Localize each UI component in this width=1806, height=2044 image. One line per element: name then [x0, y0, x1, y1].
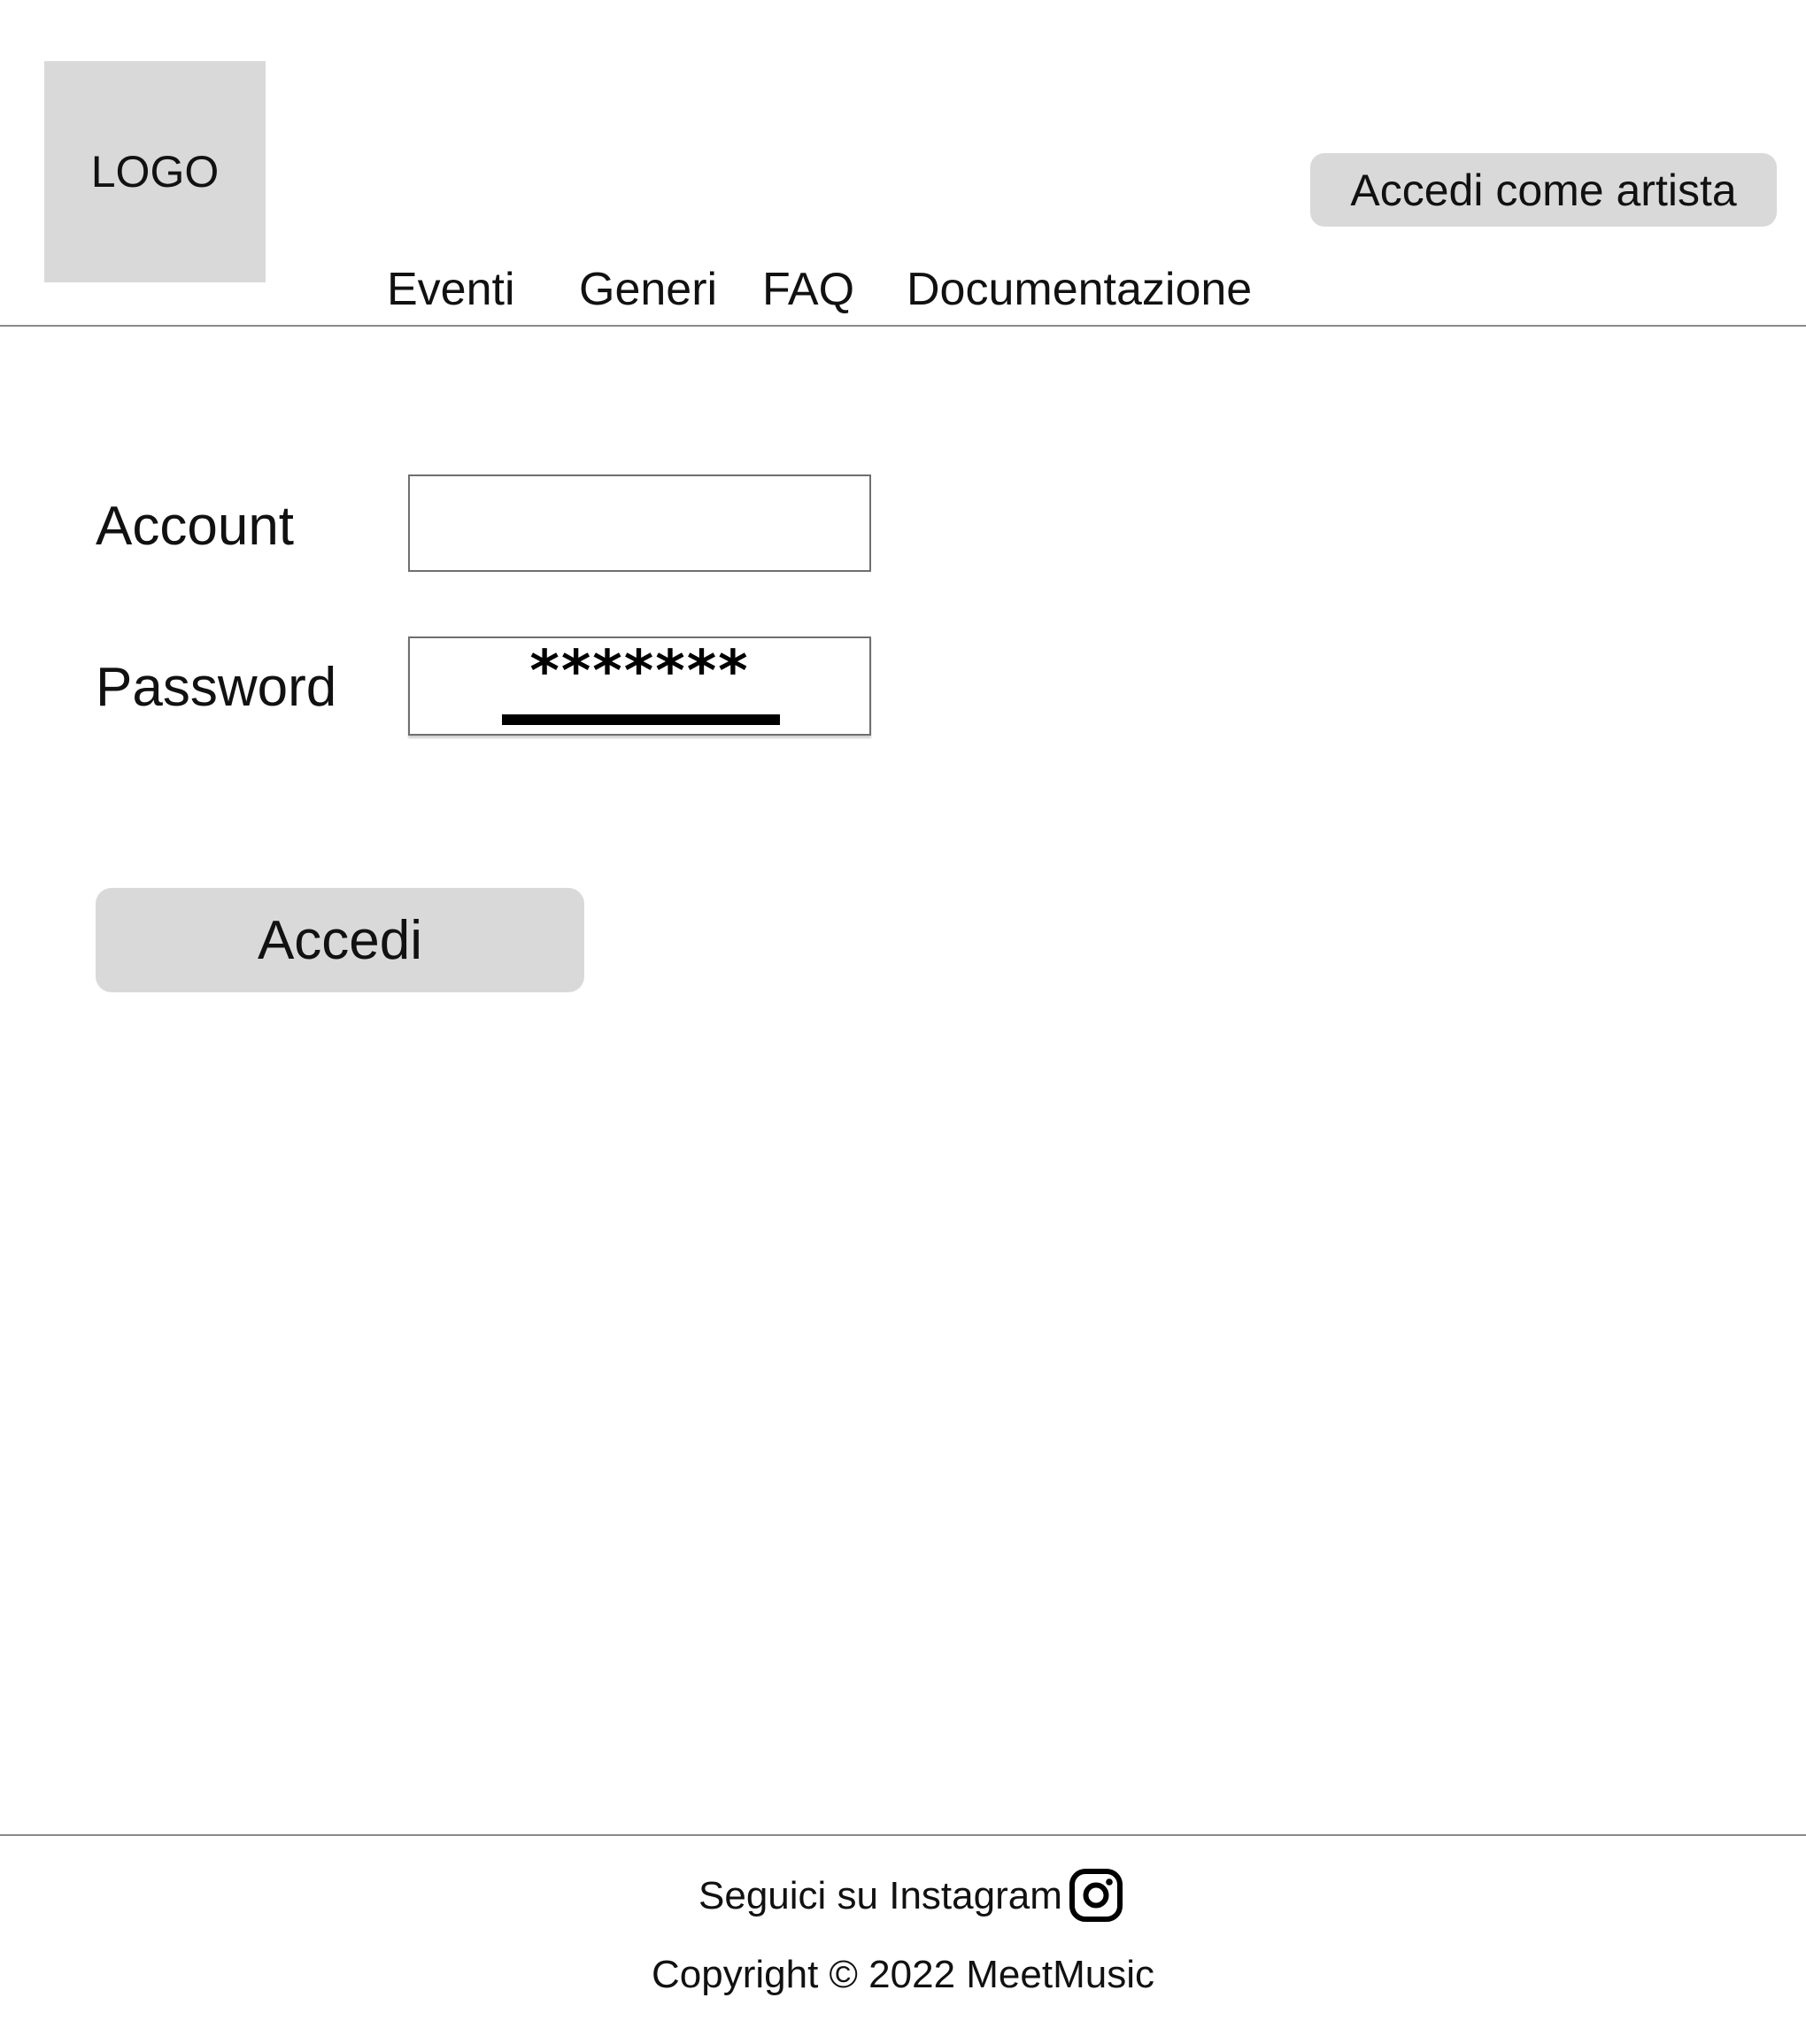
nav-item-generi[interactable]: Generi — [579, 258, 717, 320]
logo: LOGO — [44, 61, 266, 282]
account-label: Account — [96, 496, 295, 557]
header-divider — [0, 325, 1806, 327]
logo-text: LOGO — [90, 147, 220, 197]
copyright-text: Copyright © 2022 MeetMusic — [651, 1953, 1154, 1996]
artist-login-button[interactable]: Accedi come artista — [1310, 153, 1777, 227]
password-mask: ******* — [529, 639, 750, 705]
nav-item-eventi[interactable]: Eventi — [387, 258, 515, 320]
login-button[interactable]: Accedi — [96, 888, 584, 992]
footer-divider — [0, 1834, 1806, 1836]
password-underline — [502, 714, 780, 725]
instagram-follow-text: Seguici su Instagram — [698, 1874, 1062, 1917]
password-label: Password — [96, 657, 337, 718]
password-input[interactable]: ******* — [408, 636, 871, 736]
account-input[interactable] — [408, 474, 871, 572]
nav-item-faq[interactable]: FAQ — [762, 258, 854, 320]
nav-item-documentazione[interactable]: Documentazione — [907, 258, 1252, 320]
instagram-icon[interactable] — [1069, 1868, 1123, 1923]
